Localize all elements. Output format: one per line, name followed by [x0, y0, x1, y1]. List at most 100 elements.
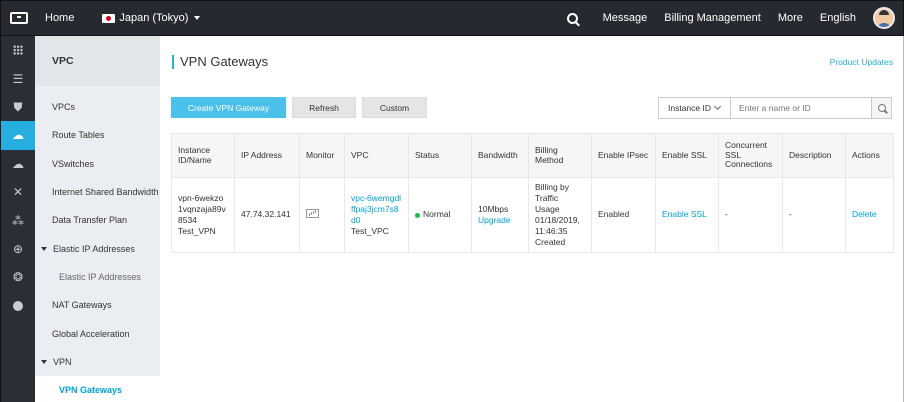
sidebar-group-label: Elastic IP Addresses: [53, 243, 135, 254]
cloud-link-icon: ☁: [12, 156, 24, 171]
japan-flag-icon: [102, 13, 116, 23]
network-icon: ⁂: [12, 213, 24, 228]
instance-cell: vpn-6wekzo1vqnzaja89v8534 Test_VPN: [171, 177, 235, 253]
rail-item-cdn[interactable]: ❂: [1, 263, 35, 291]
instance-name: Test_VPN: [178, 226, 216, 237]
shield-icon: ⛊: [13, 99, 23, 114]
region-selector[interactable]: Japan (Tokyo): [102, 12, 201, 24]
header-status: Status: [408, 133, 472, 178]
cdn-icon: ❂: [12, 270, 24, 285]
page-title: VPN Gateways: [180, 54, 269, 69]
rail-item-globe[interactable]: ⊕: [1, 235, 35, 263]
rail-item-network[interactable]: ⁂: [1, 206, 35, 234]
header-enable-ssl: Enable SSL: [655, 133, 719, 178]
sidebar-group-elastic-ip[interactable]: Elastic IP Addresses: [35, 234, 160, 262]
refresh-button[interactable]: Refresh: [292, 97, 356, 118]
search-input[interactable]: [731, 97, 872, 119]
product-updates-link[interactable]: Product Updates: [830, 57, 893, 67]
description: -: [782, 177, 846, 253]
search-icon[interactable]: [566, 12, 578, 24]
header-concurrent-ssl: Concurrent SSL Connections: [718, 133, 783, 178]
ip-address: 47.74.32.141: [234, 177, 300, 253]
header-actions: Actions: [845, 133, 894, 178]
sidebar-title: VPC: [35, 36, 160, 86]
billing-management-link[interactable]: Billing Management: [664, 12, 761, 24]
rail-item-list[interactable]: ☰: [1, 64, 35, 92]
search-button[interactable]: [872, 97, 892, 119]
header-monitor: Monitor: [299, 133, 345, 178]
title-accent-bar: [172, 54, 174, 69]
more-menu[interactable]: More: [778, 12, 803, 24]
sidebar-item-nat-gateways[interactable]: NAT Gateways: [35, 291, 160, 319]
grid-icon: [13, 45, 23, 56]
monitor-chart-icon[interactable]: [306, 208, 319, 218]
cross-arrows-icon: ✕: [12, 185, 24, 200]
header-vpc: VPC: [344, 133, 409, 178]
status-dot-icon: [415, 212, 420, 218]
filter-field-select[interactable]: Instance ID: [658, 97, 731, 119]
sidebar-item-vpn-gateways[interactable]: VPN Gateways: [35, 375, 160, 402]
header-enable-ipsec: Enable IPsec: [591, 133, 656, 178]
search-icon: [877, 104, 886, 112]
upgrade-link[interactable]: Upgrade: [478, 215, 522, 226]
sidebar-item-vswitches[interactable]: VSwitches: [35, 150, 160, 178]
create-vpn-gateway-button[interactable]: Create VPN Gateway: [171, 97, 286, 118]
main-content: VPN Gateways Product Updates Create VPN …: [160, 36, 904, 402]
triangle-down-icon: [41, 246, 47, 251]
billing-method: Billing by Traffic Usage 01/18/2019, 11:…: [528, 177, 592, 253]
language-selector[interactable]: English: [820, 12, 856, 24]
bandwidth-value: 10Mbps: [478, 203, 509, 214]
page-header: VPN Gateways: [172, 54, 268, 69]
list-icon: ☰: [12, 71, 24, 86]
rail-item-vpc[interactable]: ☁: [1, 121, 35, 150]
rail-item-cloud-link[interactable]: ☁: [1, 150, 35, 178]
ipsec-status: Enabled: [591, 177, 656, 253]
rail-item-products[interactable]: [1, 36, 35, 64]
monitor-cell: [299, 177, 345, 253]
sidebar-item-elastic-ip-addresses[interactable]: Elastic IP Addresses: [35, 263, 160, 291]
header-instance: Instance ID/Name: [171, 133, 235, 178]
sidebar-item-vpcs[interactable]: VPCs: [35, 93, 160, 121]
sidebar-group-vpn[interactable]: VPN: [35, 348, 160, 376]
sidebar-nav: VPC VPCs Route Tables VSwitches Internet…: [35, 36, 160, 402]
sidebar-item-route-tables[interactable]: Route Tables: [35, 121, 160, 149]
header-billing-method: Billing Method: [528, 133, 592, 178]
status-cell: Normal: [408, 177, 472, 253]
globe-icon: ⊕: [12, 241, 24, 256]
search-filter: Instance ID: [658, 97, 892, 119]
concurrent-ssl: -: [718, 177, 783, 253]
actions-cell: Delete: [845, 177, 894, 253]
header-bandwidth: Bandwidth: [471, 133, 529, 178]
vpc-name: Test_VPC: [351, 226, 389, 237]
chevron-down-icon: [713, 102, 722, 111]
triangle-down-icon: [41, 359, 47, 364]
filter-field-label: Instance ID: [668, 103, 711, 113]
table-row: vpn-6wekzo1vqnzaja89v8534 Test_VPN 47.74…: [171, 177, 894, 253]
console-logo-icon[interactable]: [1, 0, 37, 36]
sidebar-item-internet-shared-bandwidth[interactable]: Internet Shared Bandwidth: [35, 178, 160, 206]
custom-button[interactable]: Custom: [362, 97, 427, 118]
header-description: Description: [782, 133, 846, 178]
sidebar-item-data-transfer-plan[interactable]: Data Transfer Plan: [35, 206, 160, 234]
instance-id: vpn-6wekzo1vqnzaja89v8534: [178, 192, 226, 225]
rail-item-circle[interactable]: [1, 292, 35, 320]
sidebar-group-label: VPN: [53, 356, 72, 367]
rail-item-security[interactable]: ⛊: [1, 93, 35, 121]
caret-down-icon: [194, 16, 201, 20]
circle-icon: [13, 300, 23, 311]
enable-ssl-link[interactable]: Enable SSL: [662, 209, 707, 219]
avatar[interactable]: [873, 7, 895, 29]
home-link[interactable]: Home: [45, 12, 74, 24]
rail-item-cross[interactable]: ✕: [1, 178, 35, 206]
delete-link[interactable]: Delete: [852, 209, 877, 219]
cloud-icon: ☁: [12, 128, 24, 143]
sidebar-item-global-acceleration[interactable]: Global Acceleration: [35, 319, 160, 347]
header-ip-address: IP Address: [234, 133, 300, 178]
vpc-id-link[interactable]: vpc-6wemgdlffpaj3jcm7s8d0: [351, 193, 402, 226]
top-bar: Home Japan (Tokyo) Message Billing Manag…: [0, 0, 904, 36]
region-label: Japan (Tokyo): [119, 12, 189, 24]
status-text: Normal: [423, 209, 451, 220]
vpc-cell: vpc-6wemgdlffpaj3jcm7s8d0 Test_VPC: [344, 177, 409, 253]
message-link[interactable]: Message: [603, 12, 648, 24]
product-icon-rail: ☰ ⛊ ☁ ☁ ✕ ⁂ ⊕ ❂: [0, 36, 35, 402]
